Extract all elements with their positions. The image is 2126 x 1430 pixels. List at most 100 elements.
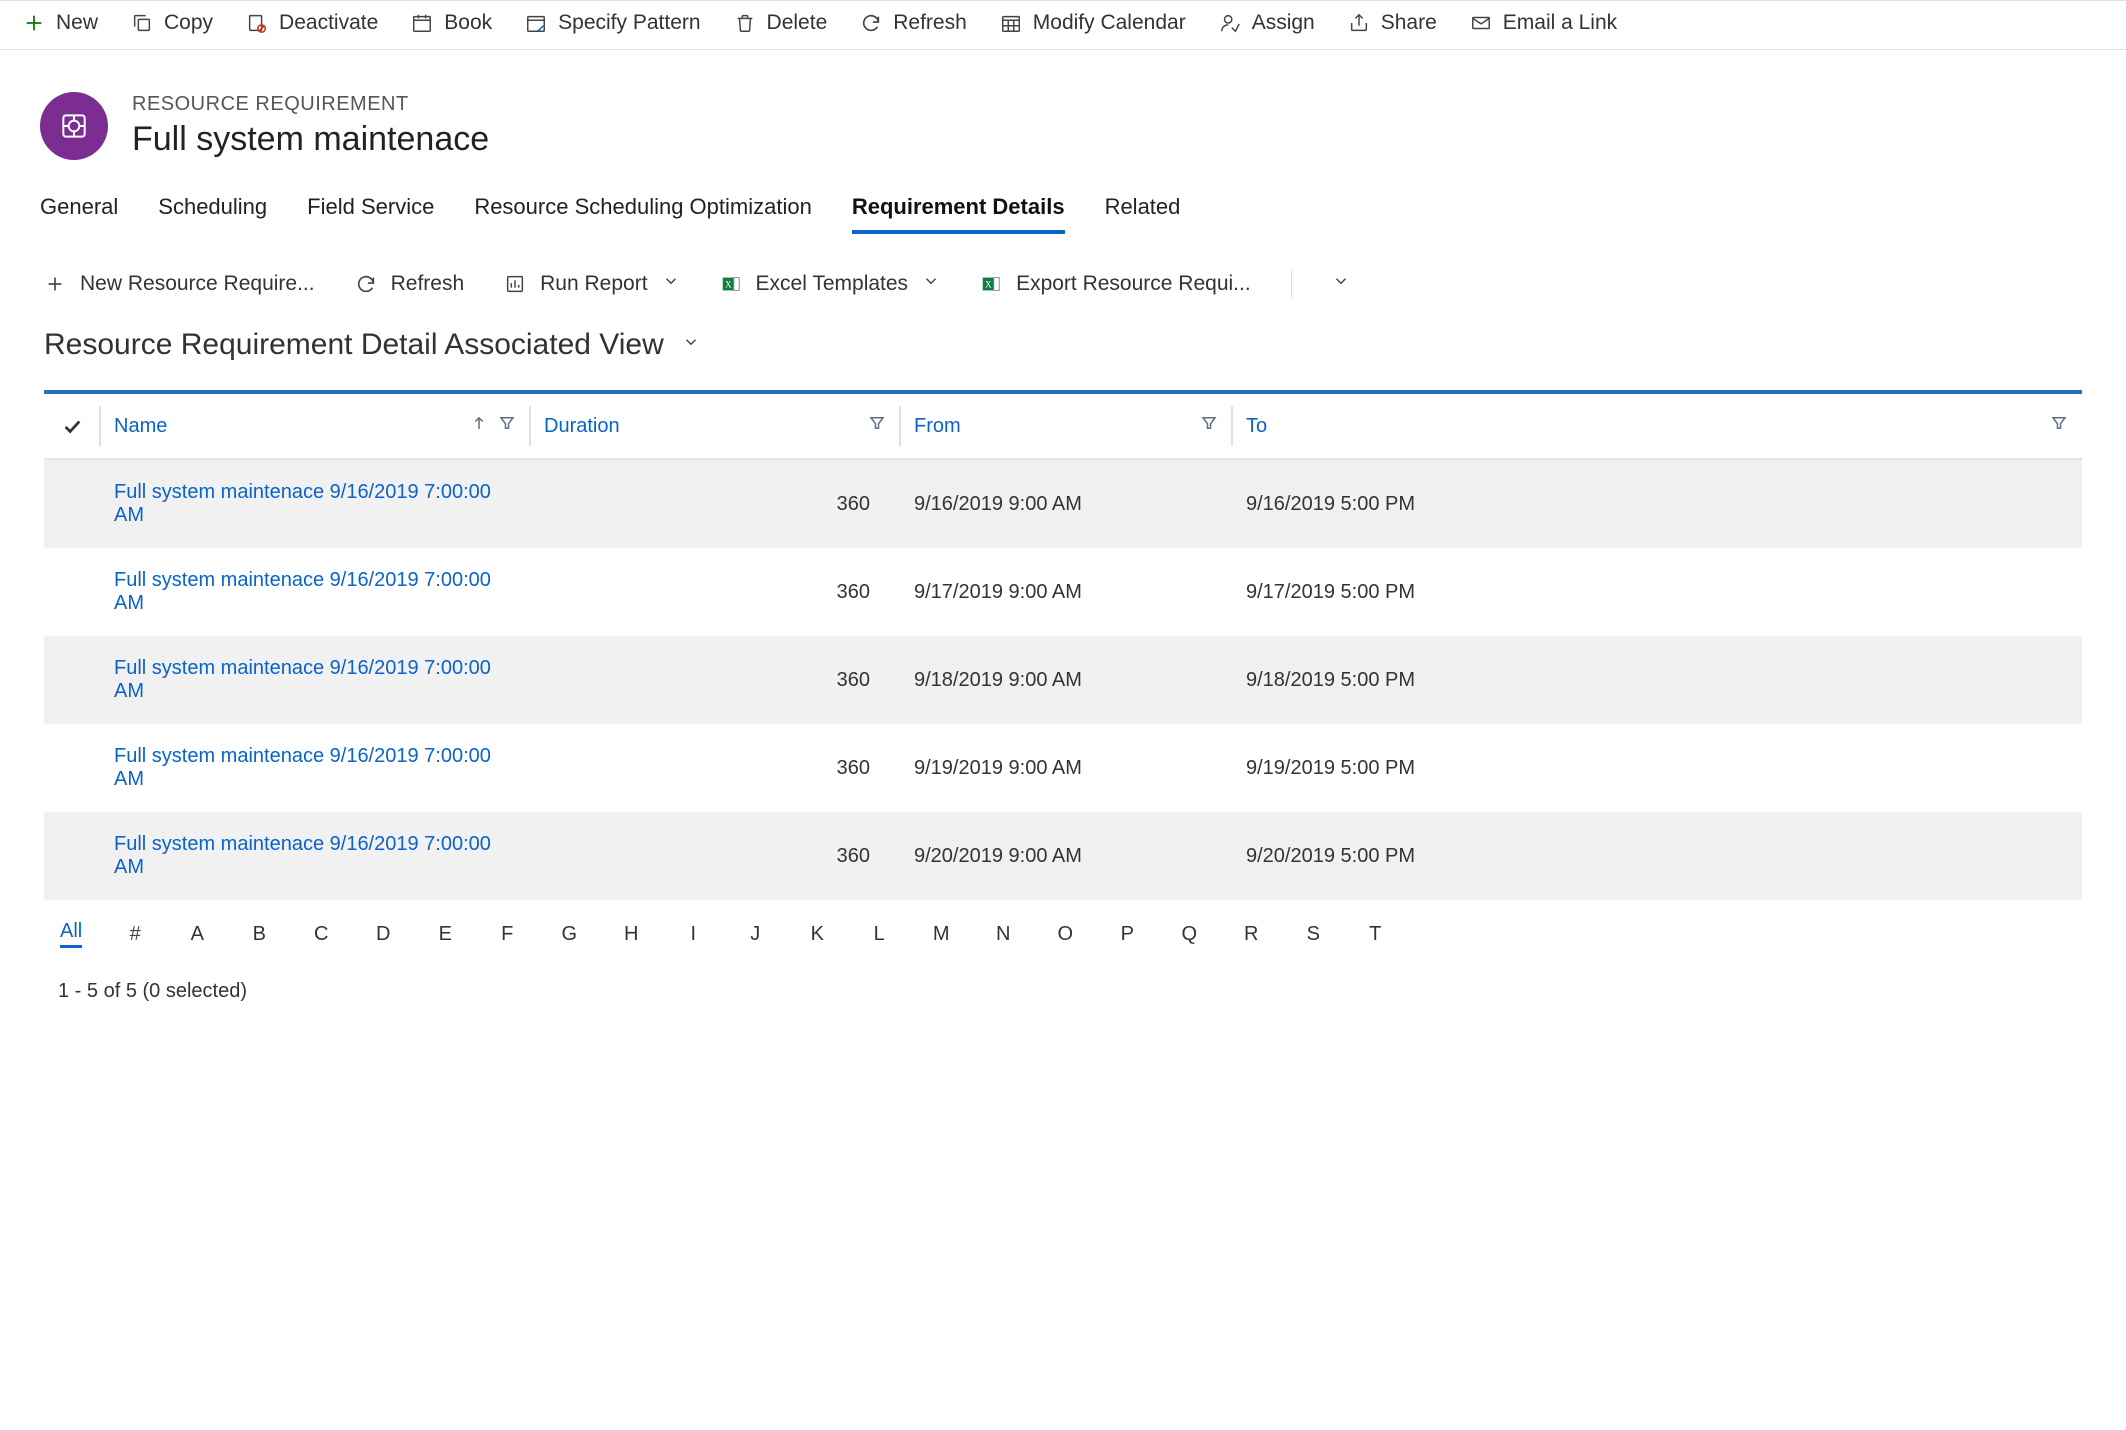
alpha-i[interactable]: I (684, 923, 702, 946)
refresh-icon (859, 11, 883, 35)
book-button[interactable]: Book (410, 11, 492, 35)
record-header: RESOURCE REQUIREMENT Full system mainten… (0, 50, 2126, 188)
tab-requirement-details[interactable]: Requirement Details (852, 194, 1065, 234)
refresh-icon (355, 273, 377, 295)
record-link[interactable]: Full system maintenace 9/16/2019 7:00:00… (114, 745, 491, 790)
separator (1291, 270, 1292, 298)
record-link[interactable]: Full system maintenace 9/16/2019 7:00:00… (114, 569, 491, 614)
alpha-p[interactable]: P (1118, 923, 1136, 946)
cell-duration: 360 (530, 548, 900, 636)
row-check[interactable] (44, 724, 100, 812)
column-from[interactable]: From (900, 392, 1232, 459)
column-to-label: To (1246, 415, 1267, 438)
cell-to: 9/19/2019 5:00 PM (1232, 724, 2082, 812)
alpha-d[interactable]: D (374, 923, 392, 946)
deactivate-button[interactable]: Deactivate (245, 11, 378, 35)
subgrid-refresh-button[interactable]: Refresh (355, 272, 465, 296)
new-label: New (56, 11, 98, 35)
more-commands-button[interactable] (1332, 272, 1350, 296)
alpha-hash[interactable]: # (126, 923, 144, 946)
tab-scheduling[interactable]: Scheduling (158, 194, 267, 234)
record-link[interactable]: Full system maintenace 9/16/2019 7:00:00… (114, 657, 491, 702)
new-requirement-label: New Resource Require... (80, 272, 315, 296)
record-count: 1 - 5 of 5 (0 selected) (58, 980, 247, 1002)
share-button[interactable]: Share (1347, 11, 1437, 35)
alpha-t[interactable]: T (1366, 923, 1384, 946)
specify-pattern-button[interactable]: Specify Pattern (524, 11, 700, 35)
chevron-down-icon (922, 272, 940, 296)
view-selector[interactable]: Resource Requirement Detail Associated V… (0, 328, 2126, 390)
alpha-filter-bar: All # A B C D E F G H I J K L M N O P Q R S T (0, 900, 2126, 958)
plus-icon (44, 273, 66, 295)
copy-button[interactable]: Copy (130, 11, 213, 35)
table-row[interactable]: Full system maintenace 9/16/2019 7:00:00… (44, 812, 2082, 900)
table-row[interactable]: Full system maintenace 9/16/2019 7:00:00… (44, 459, 2082, 548)
filter-icon[interactable] (498, 414, 516, 438)
alpha-a[interactable]: A (188, 923, 206, 946)
alpha-j[interactable]: J (746, 923, 764, 946)
excel-templates-label: Excel Templates (756, 272, 909, 296)
tab-field-service[interactable]: Field Service (307, 194, 434, 234)
row-check[interactable] (44, 459, 100, 548)
alpha-g[interactable]: G (560, 923, 578, 946)
refresh-button[interactable]: Refresh (859, 11, 967, 35)
new-requirement-button[interactable]: New Resource Require... (44, 272, 315, 296)
email-link-button[interactable]: Email a Link (1469, 11, 1617, 35)
row-check[interactable] (44, 636, 100, 724)
run-report-button[interactable]: Run Report (504, 272, 679, 296)
cell-duration: 360 (530, 724, 900, 812)
alpha-q[interactable]: Q (1180, 923, 1198, 946)
cell-duration: 360 (530, 459, 900, 548)
table-row[interactable]: Full system maintenace 9/16/2019 7:00:00… (44, 724, 2082, 812)
column-duration[interactable]: Duration (530, 392, 900, 459)
grid-wrap: Name Duration (0, 390, 2126, 900)
modify-calendar-button[interactable]: Modify Calendar (999, 11, 1186, 35)
alpha-c[interactable]: C (312, 923, 330, 946)
entity-icon (40, 92, 108, 160)
filter-icon[interactable] (1200, 414, 1218, 438)
cell-name: Full system maintenace 9/16/2019 7:00:00… (100, 459, 530, 548)
plus-icon (22, 11, 46, 35)
new-button[interactable]: New (22, 11, 98, 35)
tab-rso[interactable]: Resource Scheduling Optimization (474, 194, 812, 234)
table-row[interactable]: Full system maintenace 9/16/2019 7:00:00… (44, 548, 2082, 636)
row-check[interactable] (44, 548, 100, 636)
alpha-all[interactable]: All (60, 920, 82, 948)
row-check[interactable] (44, 812, 100, 900)
alpha-e[interactable]: E (436, 923, 454, 946)
alpha-h[interactable]: H (622, 923, 640, 946)
tab-related[interactable]: Related (1105, 194, 1181, 234)
alpha-o[interactable]: O (1056, 923, 1074, 946)
record-link[interactable]: Full system maintenace 9/16/2019 7:00:00… (114, 481, 491, 526)
cell-from: 9/17/2019 9:00 AM (900, 548, 1232, 636)
cell-from: 9/20/2019 9:00 AM (900, 812, 1232, 900)
deactivate-icon (245, 11, 269, 35)
alpha-n[interactable]: N (994, 923, 1012, 946)
copy-label: Copy (164, 11, 213, 35)
book-label: Book (444, 11, 492, 35)
chevron-down-icon (1332, 272, 1350, 296)
delete-button[interactable]: Delete (733, 11, 828, 35)
chevron-down-icon (682, 333, 700, 357)
alpha-f[interactable]: F (498, 923, 516, 946)
alpha-l[interactable]: L (870, 923, 888, 946)
select-all-header[interactable] (44, 392, 100, 459)
alpha-k[interactable]: K (808, 923, 826, 946)
share-icon (1347, 11, 1371, 35)
record-link[interactable]: Full system maintenace 9/16/2019 7:00:00… (114, 833, 491, 878)
alpha-s[interactable]: S (1304, 923, 1322, 946)
column-name[interactable]: Name (100, 392, 530, 459)
filter-icon[interactable] (2050, 414, 2068, 438)
table-row[interactable]: Full system maintenace 9/16/2019 7:00:00… (44, 636, 2082, 724)
export-button[interactable]: X Export Resource Requi... (980, 272, 1251, 296)
filter-icon[interactable] (868, 414, 886, 438)
column-to[interactable]: To (1232, 392, 2082, 459)
excel-templates-button[interactable]: X Excel Templates (720, 272, 941, 296)
export-label: Export Resource Requi... (1016, 272, 1251, 296)
assign-label: Assign (1252, 11, 1315, 35)
alpha-m[interactable]: M (932, 923, 950, 946)
alpha-r[interactable]: R (1242, 923, 1260, 946)
alpha-b[interactable]: B (250, 923, 268, 946)
tab-general[interactable]: General (40, 194, 118, 234)
assign-button[interactable]: Assign (1218, 11, 1315, 35)
